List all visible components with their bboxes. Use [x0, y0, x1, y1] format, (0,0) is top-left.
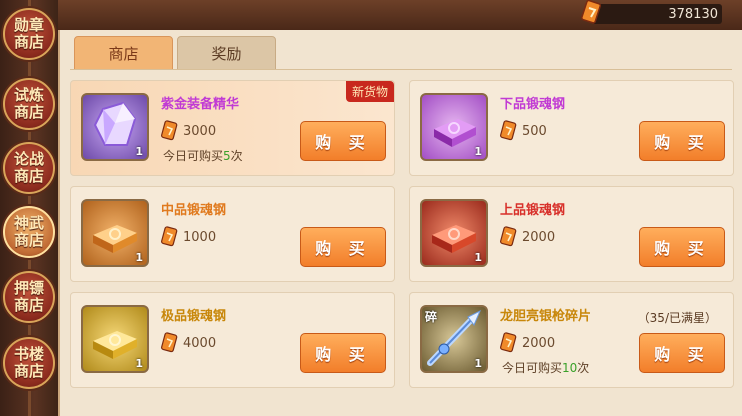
shop-item-card: 1 下品锻魂钢 500 购 买	[409, 80, 734, 176]
price-row: 2000	[500, 225, 555, 249]
item-count: 1	[135, 357, 143, 370]
buy-button[interactable]: 购 买	[639, 227, 725, 267]
shop-item-card: 碎 1 龙胆亮银枪碎片 （35/已满星） 2000 今日可购买10次 购 买	[409, 292, 734, 388]
tab-rewards[interactable]: 奖励	[177, 36, 276, 70]
buy-button[interactable]: 购 买	[300, 121, 386, 161]
item-price: 2000	[522, 335, 556, 351]
rail-item-divine-weapon-shop[interactable]: 神武 商店	[3, 206, 55, 258]
item-icon-frame[interactable]: 1	[81, 305, 149, 373]
rail-item-label: 论战 商店	[13, 150, 44, 185]
price-row: 3000	[161, 119, 216, 143]
rail-item-library-shop[interactable]: 书楼 商店	[3, 337, 55, 389]
rail-item-label: 勋章 商店	[13, 16, 44, 51]
coupon-icon	[581, 0, 602, 24]
shop-item-card: 1 新货物 紫金装备精华 3000 今日可购买5次 购 买	[70, 80, 395, 176]
shop-item-card: 1 极品锻魂钢 4000 购 买	[70, 292, 395, 388]
item-icon-frame[interactable]: 1	[81, 93, 149, 161]
buy-button[interactable]: 购 买	[300, 227, 386, 267]
item-price: 2000	[522, 229, 556, 245]
currency-value: 378130	[668, 6, 718, 22]
coupon-icon	[500, 120, 517, 141]
item-price: 4000	[183, 335, 217, 351]
fragment-progress: （35/已满星）	[637, 311, 717, 325]
coupon-icon	[161, 226, 178, 247]
price-row: 500	[500, 119, 547, 143]
item-count: 1	[474, 251, 482, 264]
currency-display: 378130	[581, 0, 722, 24]
item-name: 极品锻魂钢	[161, 309, 227, 324]
purchase-limit: 今日可购买5次	[163, 147, 243, 164]
rail-item-debate-shop[interactable]: 论战 商店	[3, 142, 55, 194]
item-name: 龙胆亮银枪碎片	[500, 309, 592, 324]
item-count: 1	[474, 357, 482, 370]
shop-panel: 商店 奖励 1 新货物 紫金装备精华 3000 今日可购买5次 购 买 1 下品…	[58, 30, 742, 416]
limit-suffix: 次	[230, 149, 243, 163]
buy-button[interactable]: 购 买	[639, 121, 725, 161]
item-name: 中品锻魂钢	[161, 203, 227, 218]
item-icon-frame[interactable]: 碎 1	[420, 305, 488, 373]
buy-button[interactable]: 购 买	[639, 333, 725, 373]
item-name: 紫金装备精华	[161, 97, 240, 112]
item-icon-frame[interactable]: 1	[81, 199, 149, 267]
buy-button[interactable]: 购 买	[300, 333, 386, 373]
rail-item-medal-shop[interactable]: 勋章 商店	[3, 8, 55, 60]
price-row: 1000	[161, 225, 216, 249]
item-count: 1	[474, 145, 482, 158]
shop-item-card: 1 上品锻魂钢 2000 购 买	[409, 186, 734, 282]
shop-category-rail: 勋章 商店 试炼 商店 论战 商店 神武 商店 押镖 商店 书楼 商店	[0, 0, 58, 416]
rail-item-escort-shop[interactable]: 押镖 商店	[3, 271, 55, 323]
item-name: 上品锻魂钢	[500, 203, 566, 218]
coupon-icon	[161, 332, 178, 353]
coupon-icon	[161, 120, 178, 141]
item-count: 1	[135, 251, 143, 264]
price-row: 2000	[500, 331, 555, 355]
purchase-limit: 今日可购买10次	[502, 359, 589, 376]
new-goods-badge: 新货物	[345, 81, 394, 102]
item-icon-frame[interactable]: 1	[420, 93, 488, 161]
rail-item-label: 试炼 商店	[13, 86, 44, 121]
limit-suffix: 次	[577, 361, 590, 375]
item-price: 1000	[183, 229, 217, 245]
tab-divider	[70, 69, 732, 70]
tab-shop[interactable]: 商店	[74, 36, 173, 70]
item-price: 500	[522, 123, 547, 139]
top-bar: 378130	[58, 0, 742, 32]
rail-item-label: 书楼 商店	[13, 345, 44, 380]
item-count: 1	[135, 145, 143, 158]
item-price: 3000	[183, 123, 217, 139]
item-name: 下品锻魂钢	[500, 97, 566, 112]
limit-value: 5	[223, 149, 231, 163]
rail-item-trial-shop[interactable]: 试炼 商店	[3, 78, 55, 130]
limit-prefix: 今日可购买	[502, 361, 563, 375]
rail-item-label: 押镖 商店	[13, 279, 44, 314]
coupon-icon	[500, 226, 517, 247]
price-row: 4000	[161, 331, 216, 355]
shop-item-card: 1 中品锻魂钢 1000 购 买	[70, 186, 395, 282]
rail-item-label: 神武 商店	[13, 214, 44, 249]
item-icon-frame[interactable]: 1	[420, 199, 488, 267]
coupon-icon	[500, 332, 517, 353]
fragment-tag: 碎	[425, 310, 438, 324]
limit-value: 10	[562, 361, 578, 375]
limit-prefix: 今日可购买	[163, 149, 224, 163]
